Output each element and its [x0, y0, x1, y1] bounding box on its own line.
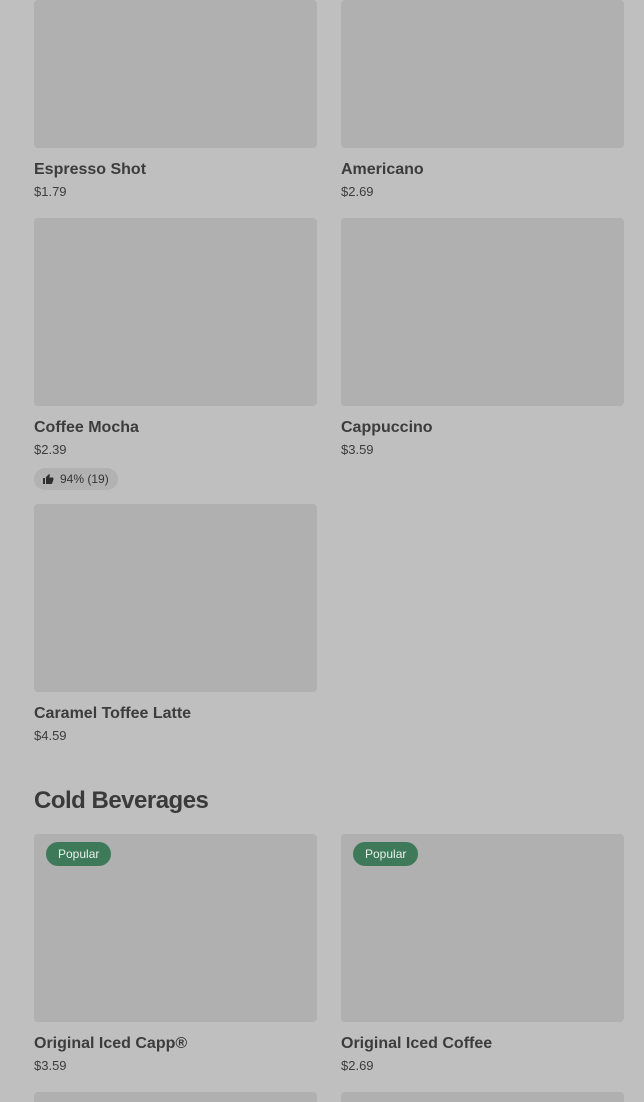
item-price: $2.39	[34, 442, 67, 457]
item-image[interactable]	[34, 0, 317, 148]
menu-item-card[interactable]: Espresso Shot $1.79	[34, 0, 317, 200]
item-name: Espresso Shot	[34, 161, 147, 178]
menu-item-card[interactable]: Cappuccino $3.59	[341, 218, 624, 458]
item-image[interactable]	[341, 218, 624, 406]
item-name: Coffee Mocha	[34, 419, 139, 436]
item-image[interactable]	[34, 218, 317, 406]
item-image[interactable]	[34, 504, 317, 692]
section-title: Cold Beverages	[34, 787, 209, 814]
item-name: Original Iced Coffee	[341, 1035, 493, 1052]
item-price: $2.69	[341, 184, 374, 199]
item-image[interactable]	[341, 1092, 624, 1102]
item-image[interactable]	[341, 0, 624, 148]
item-image[interactable]	[34, 1092, 317, 1102]
item-price: $3.59	[34, 1058, 67, 1073]
popular-badge: Popular	[46, 842, 112, 866]
item-name: Original Iced Capp®	[34, 1035, 188, 1052]
menu-item-card[interactable]: Americano $2.69	[341, 0, 624, 200]
item-name: Caramel Toffee Latte	[34, 705, 192, 722]
menu-item-card[interactable]: Caramel Toffee Latte $4.59	[34, 504, 317, 744]
item-price: $4.59	[34, 728, 67, 743]
item-name: Cappuccino	[341, 419, 433, 436]
item-price: $2.69	[341, 1058, 374, 1073]
thumbs-up-icon	[42, 473, 54, 485]
menu-item-card[interactable]: Popular Original Iced Coffee $2.69	[341, 834, 624, 1074]
rating-badge: 94% (19)	[34, 468, 118, 490]
popular-badge: Popular	[353, 842, 419, 866]
menu-item-card[interactable]: Coffee Mocha $2.39 94% (19)	[34, 218, 317, 490]
item-name: Americano	[341, 161, 424, 178]
item-image[interactable]: Popular	[34, 834, 317, 1022]
item-price: $1.79	[34, 184, 67, 199]
menu-page: Espresso Shot $1.79 Americano $2.69 Coff…	[0, 0, 644, 1102]
rating-text: 94% (19)	[60, 472, 109, 486]
item-price: $3.59	[341, 442, 374, 457]
menu-item-card[interactable]: Popular Original Iced Capp® $3.59	[34, 834, 317, 1074]
item-image[interactable]: Popular	[341, 834, 624, 1022]
